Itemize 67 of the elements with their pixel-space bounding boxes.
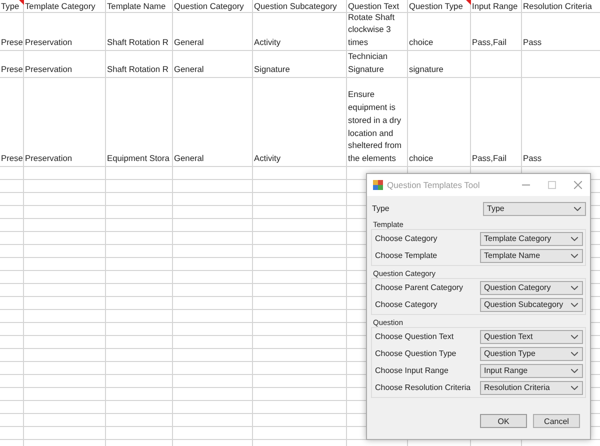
- close-icon[interactable]: [574, 181, 582, 189]
- field-label: Choose Resolution Criteria: [374, 383, 471, 392]
- column-header: Template Category: [25, 0, 96, 12]
- field-label: Choose Category: [374, 234, 438, 243]
- caret-icon: [571, 352, 578, 356]
- dropdown[interactable]: Type: [483, 202, 586, 216]
- table-cell-text: Rotate Shaft clockwise 3 times: [348, 11, 396, 49]
- table-cell: General: [174, 63, 204, 76]
- dropdown[interactable]: Resolution Criteria: [480, 380, 583, 394]
- table-cell: Pass: [523, 36, 542, 49]
- table-cell: signature: [409, 63, 444, 76]
- table-cell: Ensure equipment is stored in a dry location and sheltered from the elements: [348, 88, 403, 165]
- table-cell: Shaft Rotation R: [107, 36, 168, 49]
- caret-icon: [571, 334, 578, 338]
- table-cell-text: Technician Signature: [348, 50, 389, 76]
- table-cell: Activity: [254, 36, 281, 49]
- table-cell: choice: [409, 152, 434, 165]
- column-header: Question Subcategory: [254, 0, 337, 12]
- dialog-button[interactable]: Cancel: [533, 414, 580, 428]
- table-cell: Pass,Fail: [472, 152, 506, 165]
- field-label: Choose Category: [374, 300, 438, 309]
- table-cell: Prese: [1, 63, 23, 76]
- field-label: Type: [371, 204, 390, 213]
- column-header: Question Text: [348, 0, 400, 12]
- app-icon: [373, 180, 383, 190]
- table-cell: Preservation: [25, 36, 72, 49]
- caret-icon: [571, 368, 578, 372]
- table-cell: Shaft Rotation R: [107, 63, 168, 76]
- field-label: Choose Question Type: [374, 349, 456, 358]
- table-cell: Pass: [523, 152, 542, 165]
- caret-icon: [574, 206, 581, 210]
- dropdown[interactable]: Template Name: [480, 248, 583, 262]
- field-label: Choose Question Text: [374, 332, 454, 341]
- dropdown[interactable]: Question Type: [480, 346, 583, 360]
- dialog-button[interactable]: OK: [480, 414, 527, 428]
- dropdown[interactable]: Question Text: [480, 330, 583, 344]
- table-cell: choice: [409, 36, 434, 49]
- column-header: Input Range: [472, 0, 518, 12]
- column-header: Question Type: [409, 0, 463, 12]
- table-cell: Activity: [254, 152, 281, 165]
- dropdown[interactable]: Question Subcategory: [480, 298, 583, 312]
- column-header: Template Name: [107, 0, 166, 12]
- dropdown[interactable]: Template Category: [480, 232, 583, 246]
- table-cell: Preservation: [25, 63, 72, 76]
- table-cell: Prese: [1, 36, 23, 49]
- window-title: Question Templates Tool: [387, 180, 481, 190]
- table-cell: General: [174, 36, 204, 49]
- caret-icon: [571, 236, 578, 240]
- table-cell: Prese: [1, 152, 23, 165]
- caret-icon: [571, 386, 578, 390]
- column-header: Type: [1, 0, 20, 12]
- table-cell: Pass,Fail: [472, 36, 506, 49]
- field-label: Choose Template: [374, 251, 438, 260]
- column-header: Resolution Criteria: [523, 0, 592, 12]
- table-cell: Preservation: [25, 152, 72, 165]
- maximize-icon[interactable]: [548, 181, 556, 189]
- dropdown[interactable]: Input Range: [480, 364, 583, 378]
- caret-icon: [571, 302, 578, 306]
- caret-icon: [571, 254, 578, 258]
- caret-icon: [571, 286, 578, 290]
- dropdown[interactable]: Question Category: [480, 280, 583, 294]
- field-label: Choose Input Range: [374, 366, 448, 375]
- field-label: Choose Parent Category: [374, 283, 464, 292]
- column-header: Question Category: [174, 0, 244, 12]
- table-cell: General: [174, 152, 204, 165]
- table-cell: Signature: [254, 63, 290, 76]
- table-cell: Equipment Stora: [107, 152, 170, 165]
